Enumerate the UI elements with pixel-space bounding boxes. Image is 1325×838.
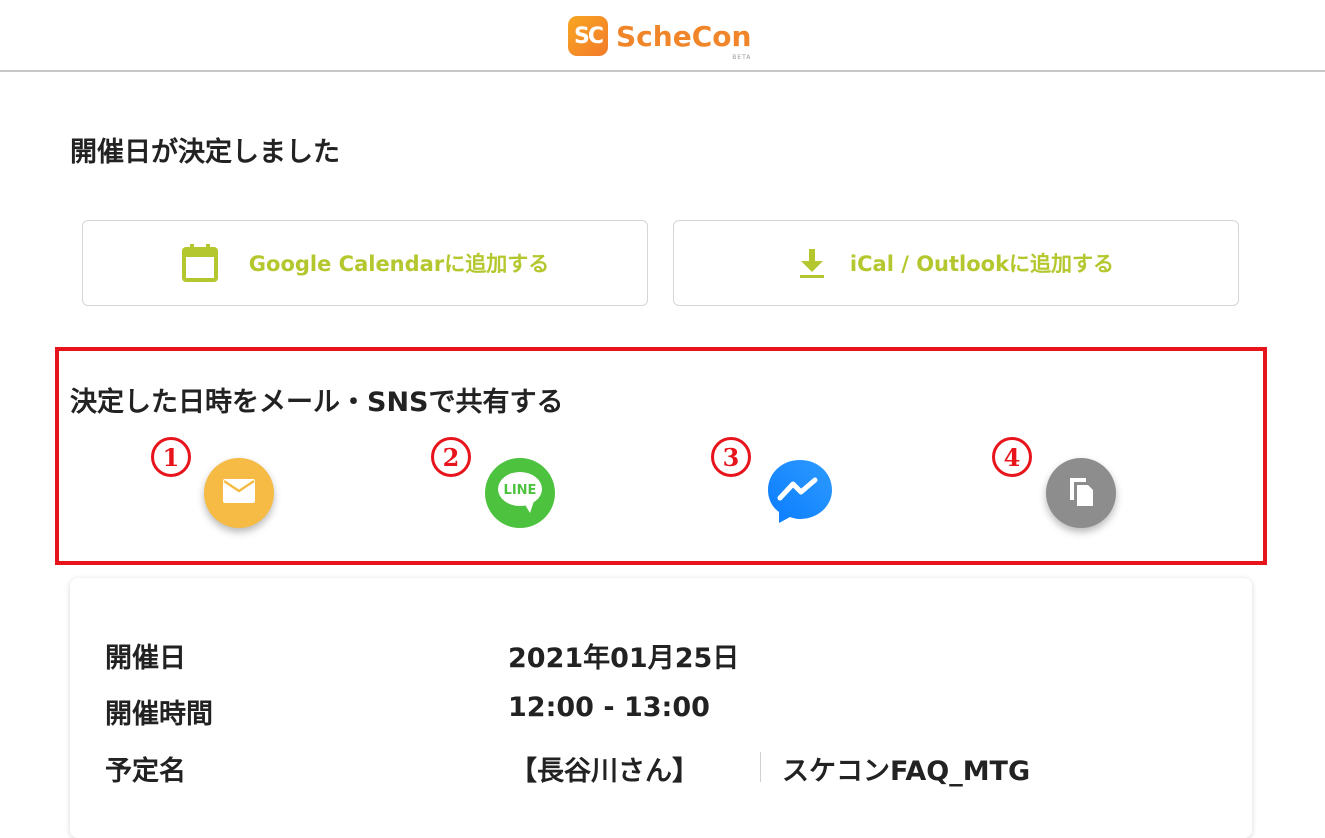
add-ical-outlook-button[interactable]: iCal / Outlookに追加する xyxy=(673,220,1239,306)
mail-icon xyxy=(222,478,256,508)
add-google-calendar-label: Google Calendarに追加する xyxy=(248,252,550,276)
logo-text: ScheCon BETA xyxy=(616,19,752,61)
share-line-button[interactable]: LINE xyxy=(485,458,555,528)
event-name-label: 予定名 xyxy=(105,756,186,787)
messenger-icon xyxy=(765,456,835,530)
logo-beta-label: BETA xyxy=(732,53,752,61)
marker-3: 3 xyxy=(711,437,751,477)
time-value: 12:00 - 13:00 xyxy=(508,692,710,723)
marker-4: 4 xyxy=(992,437,1032,477)
share-copy-button[interactable] xyxy=(1046,458,1116,528)
share-section-title: 決定した日時をメール・SNSで共有する xyxy=(70,387,564,418)
download-icon xyxy=(798,247,826,279)
date-value: 2021年01月25日 xyxy=(508,643,740,674)
calendar-icon xyxy=(181,243,219,283)
logo-mark-icon: SC xyxy=(568,16,608,56)
add-ical-outlook-label: iCal / Outlookに追加する xyxy=(849,252,1115,276)
add-google-calendar-button[interactable]: Google Calendarに追加する xyxy=(82,220,648,306)
logo-name: ScheCon xyxy=(616,19,752,53)
time-label: 開催時間 xyxy=(105,699,213,730)
svg-text:LINE: LINE xyxy=(504,483,537,498)
marker-2: 2 xyxy=(431,437,471,477)
marker-1: 1 xyxy=(151,437,191,477)
event-name-value: スケコンFAQ_MTG xyxy=(782,756,1031,787)
share-messenger-button[interactable] xyxy=(765,458,835,528)
schecon-logo[interactable]: SC ScheCon BETA xyxy=(568,14,752,61)
page-title: 開催日が決定しました xyxy=(70,137,340,168)
event-name-divider xyxy=(760,752,761,782)
app-header: SC ScheCon BETA xyxy=(0,0,1325,72)
line-icon: LINE xyxy=(494,467,546,519)
event-name-prefix: 【長谷川さん】 xyxy=(510,756,699,787)
copy-icon xyxy=(1066,474,1096,512)
date-label: 開催日 xyxy=(105,643,186,674)
share-mail-button[interactable] xyxy=(204,458,274,528)
